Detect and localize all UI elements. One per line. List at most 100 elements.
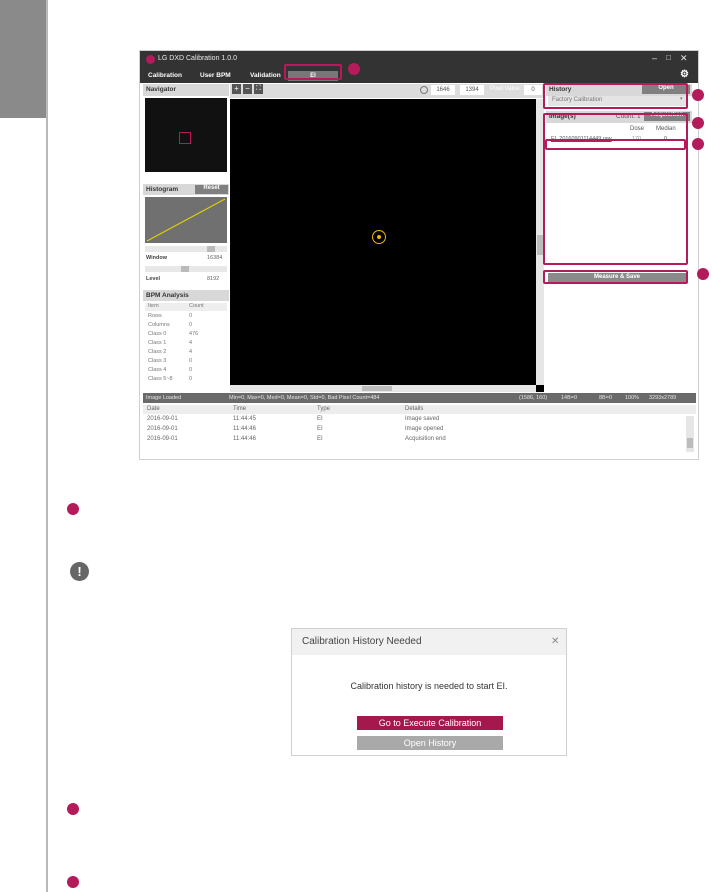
zoom-out-icon[interactable]: − — [243, 84, 252, 94]
page-divider — [46, 0, 48, 892]
navigator-viewport-box[interactable] — [179, 132, 191, 144]
log-details: Acquisition end — [405, 436, 446, 442]
menu-validation[interactable]: Validation — [250, 72, 281, 79]
log-type: EI — [317, 426, 323, 432]
level-slider-thumb[interactable] — [181, 266, 189, 272]
callout-history — [543, 83, 688, 109]
open-history-button[interactable]: Open History — [357, 736, 503, 750]
window-slider-thumb[interactable] — [207, 246, 215, 252]
status-coord: (1586, 160) — [519, 395, 548, 401]
pixel-value-field[interactable]: 0 — [524, 85, 542, 95]
bpm-item: Class 2 — [148, 349, 167, 355]
bpm-count: 0 — [189, 322, 193, 328]
close-icon[interactable]: ✕ — [680, 53, 688, 64]
zoom-in-icon[interactable]: + — [232, 84, 241, 94]
callout-marker-4 — [692, 138, 704, 150]
callout-marker-3 — [692, 117, 704, 129]
minimize-icon[interactable]: – — [652, 53, 657, 63]
bpm-count: 476 — [189, 331, 199, 337]
app-title: LG DXD Calibration 1.0.0 — [158, 55, 237, 62]
menu-calibration[interactable]: Calibration — [148, 72, 182, 79]
fit-screen-icon[interactable]: ⛶ — [254, 84, 263, 94]
histogram-plot — [145, 197, 227, 243]
roi-center-dot — [377, 235, 381, 239]
callout-ei-tab — [284, 64, 342, 80]
status-bits2: 8B=0 — [599, 395, 612, 401]
table-row: Rows 0 — [145, 313, 227, 321]
bpm-col-count: Count — [189, 303, 204, 309]
table-row: Class 2 4 — [145, 349, 227, 357]
bpm-item: Columns — [148, 322, 170, 328]
settings-icon[interactable]: ⚙ — [680, 69, 689, 80]
bpm-count: 0 — [189, 358, 193, 364]
crosshair-icon — [420, 86, 428, 94]
app-logo-icon — [146, 55, 155, 64]
bpm-table: Item Count Rows 0 Columns 0 Class 0 476 Cla… — [145, 303, 227, 391]
log-details: Image opened — [405, 426, 444, 432]
roi-cursor-icon[interactable] — [372, 230, 386, 244]
table-row: Class 1 4 — [145, 340, 227, 348]
table-row: Class 4 0 — [145, 367, 227, 375]
title-bar: LG DXD Calibration 1.0.0 – □ ✕ — [140, 51, 698, 69]
log-scrollbar[interactable] — [686, 416, 694, 452]
status-size: 3293x2789 — [649, 395, 677, 401]
table-row: Columns 0 — [145, 322, 227, 330]
level-label: Level — [146, 276, 161, 282]
callout-marker-5 — [697, 268, 709, 280]
bpm-item: Class 0 — [148, 331, 167, 337]
bpm-table-header: Item Count — [145, 303, 227, 311]
bpm-count: 0 — [189, 367, 193, 373]
callout-image-row — [545, 139, 686, 150]
log-col-date: Date — [147, 406, 160, 412]
table-row: 2016-09-01 11:44:46 EI Image opened — [143, 426, 683, 435]
coord-y-field[interactable]: 1394 — [460, 85, 484, 95]
side-tab — [0, 0, 46, 118]
left-panel: Navigator Histogram Reset Window 16384 L… — [143, 84, 229, 392]
histogram-header: Histogram Reset — [143, 184, 229, 195]
log-col-time: Time — [233, 406, 247, 412]
log-header: Date Time Type Details — [143, 405, 696, 414]
bullet-marker-2 — [67, 803, 79, 815]
log-time: 11:44:46 — [233, 436, 256, 442]
menu-bar: Calibration User BPM Validation EI ⚙ — [140, 69, 698, 83]
level-slider[interactable] — [145, 266, 227, 272]
maximize-icon[interactable]: □ — [666, 53, 671, 62]
viewer-hscroll[interactable] — [230, 385, 536, 392]
log-col-type: Type — [317, 406, 331, 412]
bpm-header: BPM Analysis — [143, 290, 229, 301]
coord-x-field[interactable]: 1646 — [431, 85, 455, 95]
table-row: 2016-09-01 11:44:45 EI Image saved — [143, 416, 683, 425]
bpm-count: 0 — [189, 313, 193, 319]
notice-icon: ! — [70, 562, 89, 581]
viewer-toolbar: + − ⛶ 1646 1394 Pixel Value: 0 — [230, 84, 544, 98]
table-row: Class 3 0 — [145, 358, 227, 366]
histogram-line — [146, 198, 226, 242]
bpm-count: 4 — [189, 340, 193, 346]
window-slider[interactable] — [145, 246, 227, 252]
bpm-count: 0 — [189, 376, 193, 382]
pixel-value-label: Pixel Value: — [490, 86, 522, 92]
bpm-item: Rows — [148, 313, 162, 319]
navigator-header: Navigator — [143, 84, 229, 96]
status-bar: Image Loaded Min=0, Max=0, Med=0, Mean=0… — [143, 393, 696, 403]
table-row: Class 0 476 — [145, 331, 227, 339]
dialog-close-icon[interactable]: ✕ — [551, 636, 559, 647]
level-value: 8192 — [207, 276, 220, 282]
callout-marker-1 — [348, 63, 360, 75]
log-col-details: Details — [405, 406, 424, 412]
log-date: 2016-09-01 — [147, 416, 178, 422]
log-time: 11:44:46 — [233, 426, 256, 432]
viewer-hscroll-thumb[interactable] — [362, 386, 392, 391]
go-to-execute-calibration-button[interactable]: Go to Execute Calibration — [357, 716, 503, 730]
dialog-title: Calibration History Needed — [292, 629, 566, 655]
menu-user-bpm[interactable]: User BPM — [200, 72, 231, 79]
log-type: EI — [317, 436, 323, 442]
status-stats: Min=0, Max=0, Med=0, Mean=0, Std=0, Bad … — [229, 395, 380, 401]
navigator-view[interactable] — [145, 98, 227, 172]
callout-images — [543, 113, 688, 265]
log-scrollbar-thumb[interactable] — [687, 438, 693, 448]
image-viewer[interactable] — [230, 99, 544, 392]
histogram-reset-button[interactable]: Reset — [195, 185, 228, 194]
log-type: EI — [317, 416, 323, 422]
bpm-item: Class 3 — [148, 358, 167, 364]
